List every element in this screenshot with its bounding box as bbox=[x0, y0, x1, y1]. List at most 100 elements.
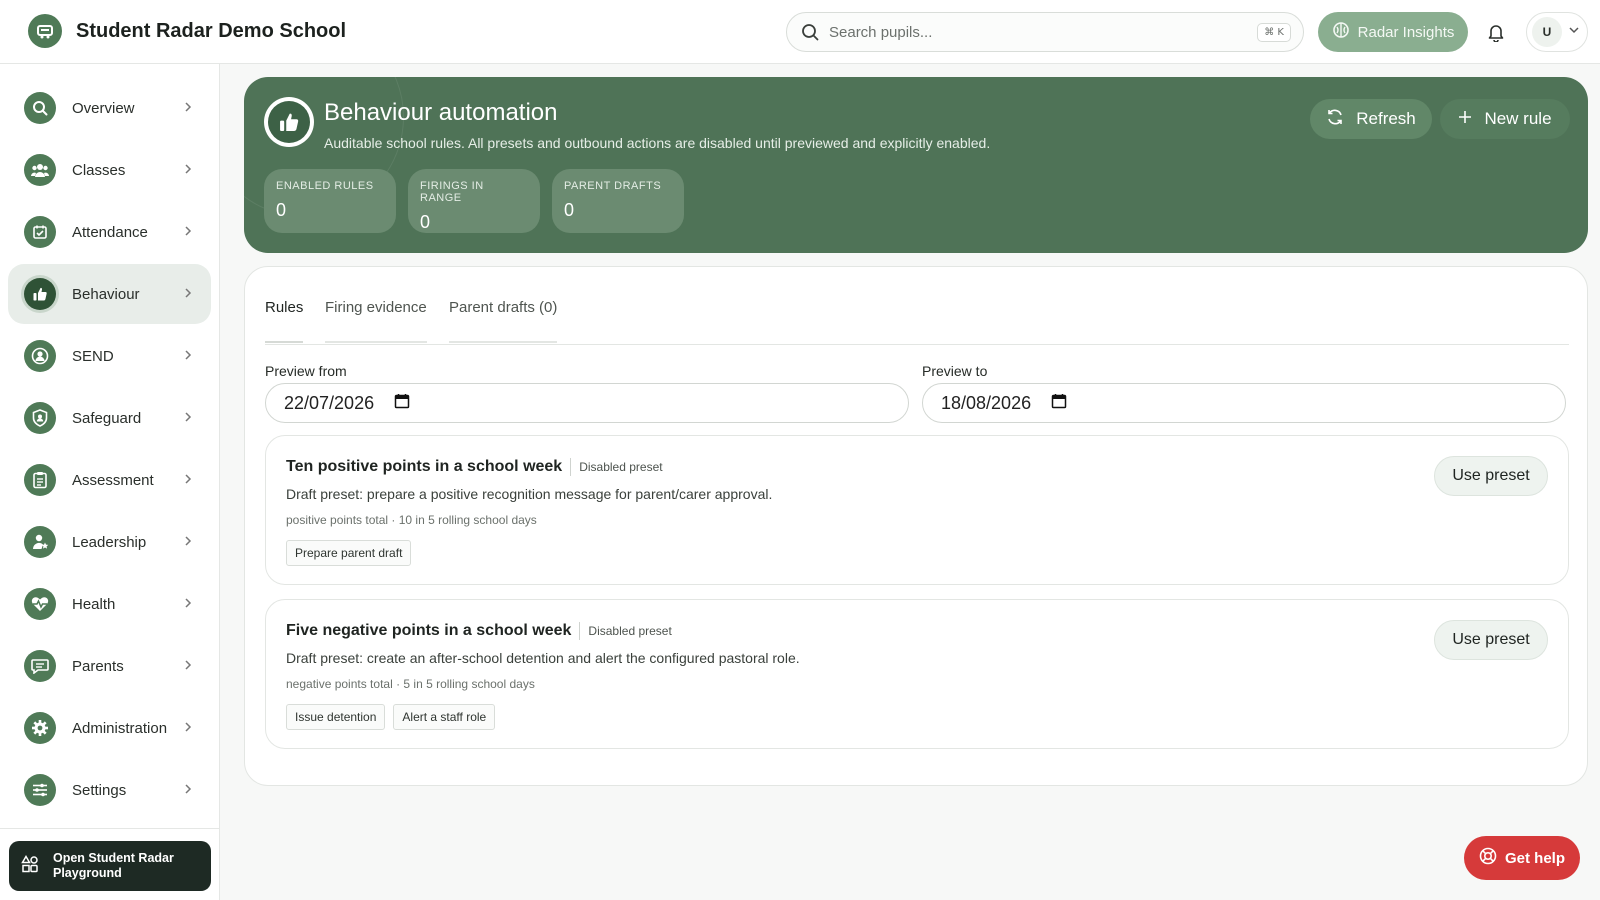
chevron-right-icon bbox=[185, 474, 192, 484]
brand[interactable]: Student Radar Demo School bbox=[28, 14, 346, 48]
sidebar: Overview Classes Attendance Behaviour SE… bbox=[0, 64, 220, 900]
sidebar-item-label: SEND bbox=[72, 347, 114, 365]
chevron-right-icon bbox=[185, 536, 192, 546]
users-icon bbox=[24, 154, 56, 186]
sidebar-item-label: Safeguard bbox=[72, 409, 142, 427]
chevron-right-icon bbox=[185, 784, 192, 794]
playground-label: Open Student Radar Playground bbox=[53, 851, 174, 880]
chevron-right-icon bbox=[185, 350, 192, 360]
refresh-icon bbox=[1326, 108, 1344, 131]
preview-to-value: 18/08/2026 bbox=[941, 392, 1032, 413]
preview-to-input[interactable]: 18/08/2026 bbox=[922, 383, 1566, 423]
status-badge: Disabled preset bbox=[570, 458, 663, 476]
sidebar-item-overview[interactable]: Overview bbox=[8, 78, 211, 138]
rule-title-row: Five negative points in a school week Di… bbox=[286, 622, 672, 640]
behaviour-automation-header: Behaviour automation Auditable school ru… bbox=[244, 77, 1588, 253]
sidebar-item-label: Classes bbox=[72, 161, 126, 179]
preview-from-value: 22/07/2026 bbox=[284, 392, 375, 413]
chevron-right-icon bbox=[185, 288, 192, 298]
use-preset-button[interactable]: Use preset bbox=[1434, 620, 1548, 660]
stat-parent-drafts: PARENT DRAFTS 0 bbox=[552, 169, 684, 233]
sidebar-item-attendance[interactable]: Attendance bbox=[8, 202, 211, 262]
shapes-icon bbox=[21, 854, 39, 878]
chat-icon bbox=[24, 650, 56, 682]
search-bar[interactable]: ⌘ K bbox=[786, 12, 1304, 52]
open-playground-button[interactable]: Open Student Radar Playground bbox=[9, 841, 211, 891]
page-title: Behaviour automation bbox=[324, 99, 558, 126]
rule-title: Five negative points in a school week bbox=[286, 622, 572, 639]
sidebar-item-label: Assessment bbox=[72, 471, 154, 489]
calendar-check-icon bbox=[24, 216, 56, 248]
sidebar-item-parents[interactable]: Parents bbox=[8, 636, 211, 696]
preview-from-label: Preview from bbox=[265, 363, 347, 379]
use-preset-button[interactable]: Use preset bbox=[1434, 456, 1548, 496]
radar-insights-label: Radar Insights bbox=[1357, 23, 1455, 41]
chevron-right-icon bbox=[185, 660, 192, 670]
sidebar-item-label: Administration bbox=[72, 719, 168, 737]
sidebar-item-send[interactable]: SEND bbox=[8, 326, 211, 386]
school-name: Student Radar Demo School bbox=[76, 19, 347, 42]
chevron-down-icon bbox=[1568, 23, 1580, 41]
stat-label: PARENT DRAFTS bbox=[564, 180, 662, 192]
rule-description: Draft preset: create an after-school det… bbox=[286, 650, 800, 666]
radar-insights-button[interactable]: Radar Insights bbox=[1318, 12, 1468, 52]
avatar: U bbox=[1532, 17, 1562, 47]
sidebar-item-settings[interactable]: Settings bbox=[8, 760, 211, 820]
tab-parent-drafts[interactable]: Parent drafts (0) bbox=[449, 299, 558, 343]
stat-value: 0 bbox=[276, 200, 287, 220]
page-subtitle: Auditable school rules. All presets and … bbox=[324, 135, 991, 151]
new-rule-label: New rule bbox=[1484, 109, 1552, 128]
shield-icon bbox=[24, 402, 56, 434]
rule-preset-card: Ten positive points in a school week Dis… bbox=[265, 435, 1569, 585]
brain-icon bbox=[1332, 21, 1350, 43]
person-star-icon bbox=[24, 526, 56, 558]
thumbs-up-icon bbox=[24, 278, 56, 310]
action-chip: Alert a staff role bbox=[393, 704, 496, 730]
chevron-right-icon bbox=[185, 164, 192, 174]
sidebar-item-label: Health bbox=[72, 595, 116, 613]
new-rule-button[interactable]: New rule bbox=[1440, 99, 1570, 139]
search-input[interactable] bbox=[829, 23, 1249, 41]
tab-firing-evidence[interactable]: Firing evidence bbox=[325, 299, 427, 343]
rules-panel: Rules Firing evidence Parent drafts (0) … bbox=[244, 266, 1588, 786]
stat-enabled-rules: ENABLED RULES 0 bbox=[264, 169, 396, 233]
search-icon bbox=[24, 92, 56, 124]
rule-preset-card: Five negative points in a school week Di… bbox=[265, 599, 1569, 749]
rule-title: Ten positive points in a school week bbox=[286, 458, 563, 475]
sliders-icon bbox=[24, 774, 56, 806]
calendar-icon[interactable] bbox=[394, 393, 410, 414]
search-icon bbox=[799, 21, 821, 43]
sidebar-item-label: Parents bbox=[72, 657, 124, 675]
rule-actions: Issue detention Alert a staff role bbox=[286, 704, 496, 730]
notifications-bell-icon[interactable] bbox=[1484, 20, 1508, 44]
stat-value: 0 bbox=[564, 200, 575, 220]
sidebar-item-label: Attendance bbox=[72, 223, 148, 241]
thumbs-up-icon bbox=[264, 97, 314, 147]
rule-actions: Prepare parent draft bbox=[286, 540, 412, 566]
sidebar-item-behaviour[interactable]: Behaviour bbox=[8, 264, 211, 324]
sidebar-item-label: Behaviour bbox=[72, 285, 140, 303]
rule-title-row: Ten positive points in a school week Dis… bbox=[286, 458, 663, 476]
sidebar-item-classes[interactable]: Classes bbox=[8, 140, 211, 200]
sidebar-item-leadership[interactable]: Leadership bbox=[8, 512, 211, 572]
top-bar: Student Radar Demo School ⌘ K Radar Insi… bbox=[0, 0, 1600, 64]
sidebar-item-safeguard[interactable]: Safeguard bbox=[8, 388, 211, 448]
sidebar-item-health[interactable]: Health bbox=[8, 574, 211, 634]
user-menu[interactable]: U bbox=[1526, 12, 1588, 52]
status-badge: Disabled preset bbox=[579, 622, 672, 640]
get-help-button[interactable]: Get help bbox=[1464, 836, 1580, 880]
calendar-icon[interactable] bbox=[1051, 393, 1067, 414]
sidebar-item-assessment[interactable]: Assessment bbox=[8, 450, 211, 510]
heart-pulse-icon bbox=[24, 588, 56, 620]
sidebar-divider bbox=[0, 828, 220, 829]
tab-rules[interactable]: Rules bbox=[265, 299, 304, 343]
stat-value: 0 bbox=[420, 212, 431, 232]
chevron-right-icon bbox=[185, 412, 192, 422]
sidebar-item-label: Settings bbox=[72, 781, 127, 799]
stat-label: ENABLED RULES bbox=[276, 180, 374, 192]
sidebar-item-administration[interactable]: Administration bbox=[8, 698, 211, 758]
clipboard-icon bbox=[24, 464, 56, 496]
preview-from-input[interactable]: 22/07/2026 bbox=[265, 383, 909, 423]
sidebar-item-label: Leadership bbox=[72, 533, 147, 551]
refresh-button[interactable]: Refresh bbox=[1310, 99, 1432, 139]
